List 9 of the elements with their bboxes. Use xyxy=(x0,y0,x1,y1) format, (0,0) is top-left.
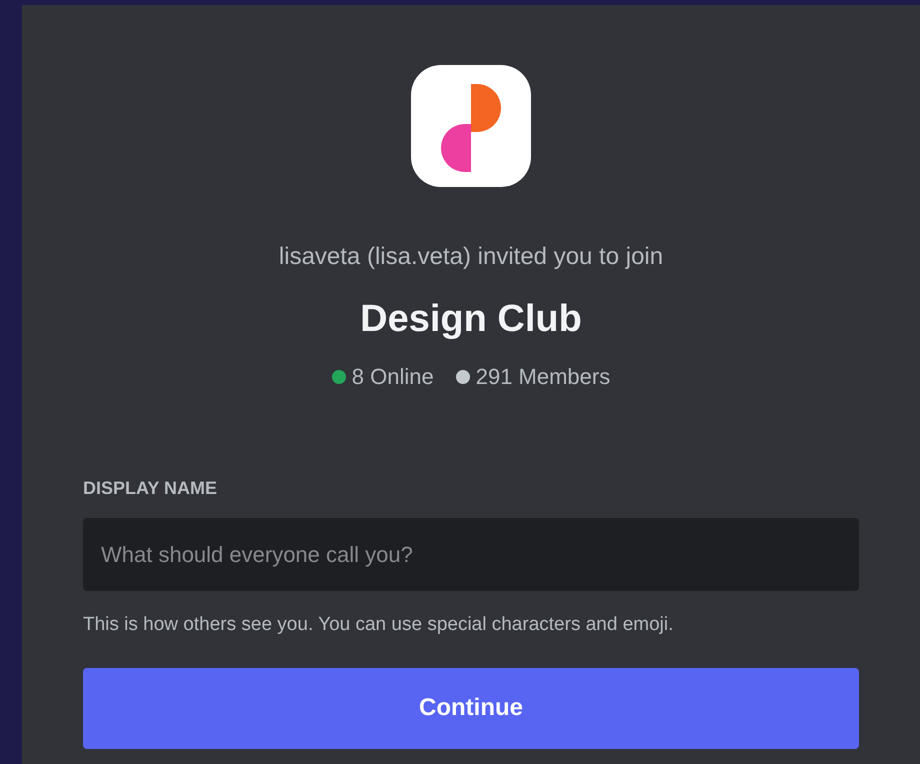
display-name-field[interactable]: What should everyone call you? xyxy=(83,518,859,591)
invite-text: lisaveta (lisa.veta) invited you to join xyxy=(278,242,664,272)
stat-label: 291 Members xyxy=(476,363,610,391)
server-name: Design Club xyxy=(360,297,582,342)
continue-button[interactable]: Continue xyxy=(83,668,859,748)
stat-label: 8 Online xyxy=(352,363,434,391)
server-logo-icon xyxy=(411,65,531,187)
field-label: DISPLAY NAME xyxy=(83,477,218,500)
help-text: This is how others see you. You can use special characters and emoji. xyxy=(83,613,674,637)
